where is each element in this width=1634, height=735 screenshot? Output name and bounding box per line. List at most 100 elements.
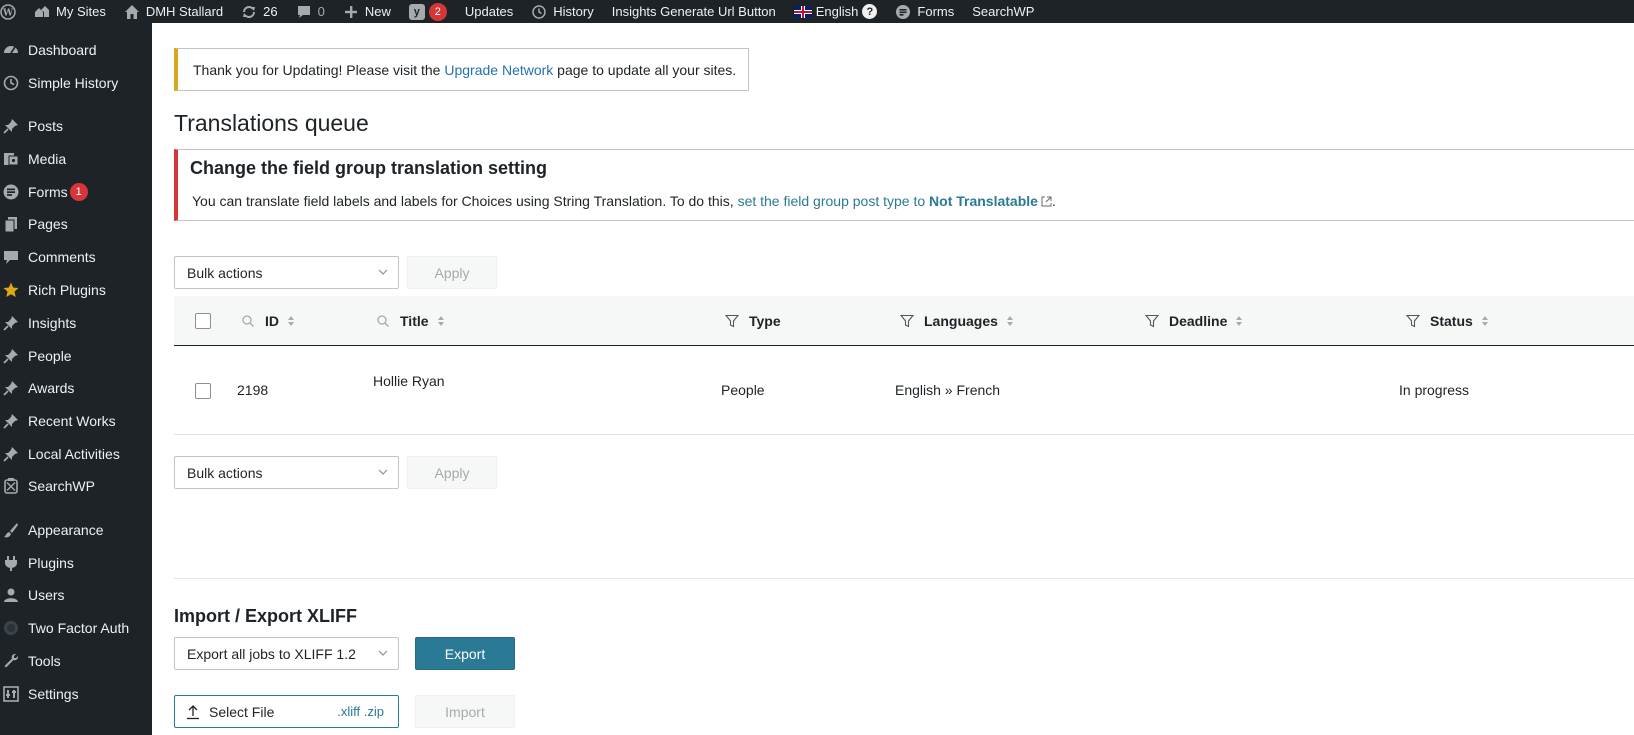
- column-title[interactable]: Title: [376, 296, 445, 346]
- history-icon: [531, 4, 547, 20]
- sidebar-item-recent-works[interactable]: Recent Works: [0, 406, 152, 436]
- pages-icon: [1, 214, 21, 234]
- language-switcher[interactable]: English ?: [785, 0, 887, 23]
- export-button[interactable]: Export: [415, 637, 515, 670]
- sidebar-item-label: Insights: [28, 315, 77, 331]
- select-all-checkbox[interactable]: [195, 313, 211, 329]
- yoast-icon: y: [408, 3, 425, 20]
- row-title[interactable]: Hollie Ryan: [373, 373, 445, 389]
- sidebar-item-tools[interactable]: Tools: [0, 646, 152, 676]
- sidebar-item-settings[interactable]: Settings: [0, 679, 152, 709]
- searchwp-menu[interactable]: SearchWP: [963, 0, 1043, 23]
- sidebar-item-label: Appearance: [28, 522, 104, 538]
- column-type[interactable]: Type: [725, 296, 781, 346]
- main-content: Thank you for Updating! Please visit the…: [152, 23, 1634, 735]
- column-languages[interactable]: Languages: [900, 296, 1014, 346]
- sidebar-item-people[interactable]: People: [0, 341, 152, 371]
- filter-icon[interactable]: [1145, 314, 1159, 328]
- upload-icon: [187, 704, 199, 719]
- sidebar-item-local-activities[interactable]: Local Activities: [0, 439, 152, 469]
- sidebar-item-label: Awards: [28, 380, 75, 396]
- settings-icon: [1, 684, 21, 704]
- forms-icon: [1, 182, 21, 202]
- pin-icon: [1, 346, 21, 366]
- sort-icon[interactable]: [1481, 315, 1489, 327]
- pin-icon: [1, 313, 21, 333]
- section-divider: [174, 578, 1634, 579]
- history-menu[interactable]: History: [522, 0, 602, 23]
- bulk-actions-select-bottom[interactable]: Bulk actions: [174, 456, 399, 489]
- upgrade-network-link[interactable]: Upgrade Network: [444, 62, 553, 78]
- column-id[interactable]: ID: [241, 296, 295, 346]
- sidebar-item-searchwp[interactable]: SearchWP: [0, 471, 152, 501]
- sort-icon[interactable]: [287, 315, 295, 327]
- search-icon[interactable]: [241, 314, 255, 328]
- sort-icon[interactable]: [437, 315, 445, 327]
- filter-icon[interactable]: [900, 314, 914, 328]
- export-format-select[interactable]: Export all jobs to XLIFF 1.2: [174, 637, 399, 670]
- sidebar-item-media[interactable]: Media: [0, 144, 152, 174]
- site-name-menu[interactable]: DMH Stallard: [115, 0, 232, 23]
- sidebar-item-appearance[interactable]: Appearance: [0, 515, 152, 545]
- pin-icon: [1, 444, 21, 464]
- language-label: English: [815, 4, 859, 19]
- filter-icon[interactable]: [725, 314, 739, 328]
- table-row[interactable]: 2198 Hollie Ryan People English » French…: [174, 347, 1634, 435]
- search-icon[interactable]: [376, 314, 390, 328]
- notice-body-text: You can translate field labels and label…: [192, 193, 738, 209]
- sidebar-item-dashboard[interactable]: Dashboard: [0, 35, 152, 65]
- updates-label: Updates: [464, 4, 514, 19]
- help-icon[interactable]: ?: [862, 4, 878, 19]
- shield-icon: [1, 618, 21, 638]
- updates-counter[interactable]: 26: [232, 0, 286, 23]
- notice-text-after: page to update all your sites.: [553, 61, 737, 78]
- sidebar-item-awards[interactable]: Awards: [0, 373, 152, 403]
- sidebar-item-forms[interactable]: Forms 1: [0, 177, 152, 207]
- sort-icon[interactable]: [1235, 315, 1243, 327]
- wordpress-logo-button[interactable]: W: [0, 0, 25, 23]
- sidebar-item-label: Plugins: [28, 555, 74, 571]
- file-extensions: .xliff .zip: [337, 704, 384, 719]
- apply-button-top[interactable]: Apply: [407, 256, 497, 289]
- sidebar-item-pages[interactable]: Pages: [0, 209, 152, 239]
- notice-text-before: Thank you for Updating! Please visit the: [193, 61, 445, 78]
- insights-label: Insights Generate Url Button: [611, 4, 776, 19]
- sidebar-item-insights[interactable]: Insights: [0, 308, 152, 338]
- sort-icon[interactable]: [1006, 315, 1014, 327]
- yoast-badge: 2: [428, 2, 447, 21]
- select-file-label: Select File: [209, 703, 275, 720]
- history-icon: [1, 73, 21, 93]
- updates-link[interactable]: Updates: [456, 0, 522, 23]
- comments-count: 0: [317, 4, 325, 19]
- sidebar-item-users[interactable]: Users: [0, 580, 152, 610]
- sidebar-item-comments[interactable]: Comments: [0, 242, 152, 272]
- select-file-button[interactable]: Select File .xliff .zip: [174, 695, 399, 728]
- filter-icon[interactable]: [1406, 314, 1420, 328]
- sidebar-item-rich-plugins[interactable]: Rich Plugins: [0, 275, 152, 305]
- apply-button-bottom[interactable]: Apply: [407, 456, 497, 489]
- sidebar-item-plugins[interactable]: Plugins: [0, 548, 152, 578]
- forms-menu[interactable]: Forms: [886, 0, 963, 23]
- notice-body-after: .: [1051, 193, 1056, 209]
- sidebar-item-two-factor-auth[interactable]: Two Factor Auth: [0, 613, 152, 643]
- bulk-actions-select-top[interactable]: Bulk actions: [174, 256, 399, 289]
- chevron-down-icon: [378, 269, 388, 275]
- yoast-menu[interactable]: y 2: [400, 0, 456, 23]
- new-content-menu[interactable]: New: [334, 0, 400, 23]
- row-checkbox[interactable]: [195, 383, 211, 399]
- my-sites-icon: [34, 4, 50, 20]
- sidebar-item-label: Dashboard: [28, 42, 97, 58]
- my-sites-menu[interactable]: My Sites: [25, 0, 115, 23]
- insights-url-button[interactable]: Insights Generate Url Button: [603, 0, 785, 23]
- admin-sidebar: Dashboard Simple History Posts Media For…: [0, 23, 152, 735]
- column-status[interactable]: Status: [1406, 296, 1489, 346]
- comments-counter[interactable]: 0: [287, 0, 334, 23]
- import-button[interactable]: Import: [415, 695, 515, 728]
- sidebar-item-label: Tools: [28, 653, 61, 669]
- sidebar-item-simple-history[interactable]: Simple History: [0, 68, 152, 98]
- field-group-settings-link[interactable]: set the field group post type to Not Tra…: [738, 193, 1052, 209]
- link-strong-text: Not Translatable: [929, 193, 1038, 209]
- column-deadline[interactable]: Deadline: [1145, 296, 1243, 346]
- sidebar-item-posts[interactable]: Posts: [0, 111, 152, 141]
- column-id-label: ID: [265, 313, 279, 329]
